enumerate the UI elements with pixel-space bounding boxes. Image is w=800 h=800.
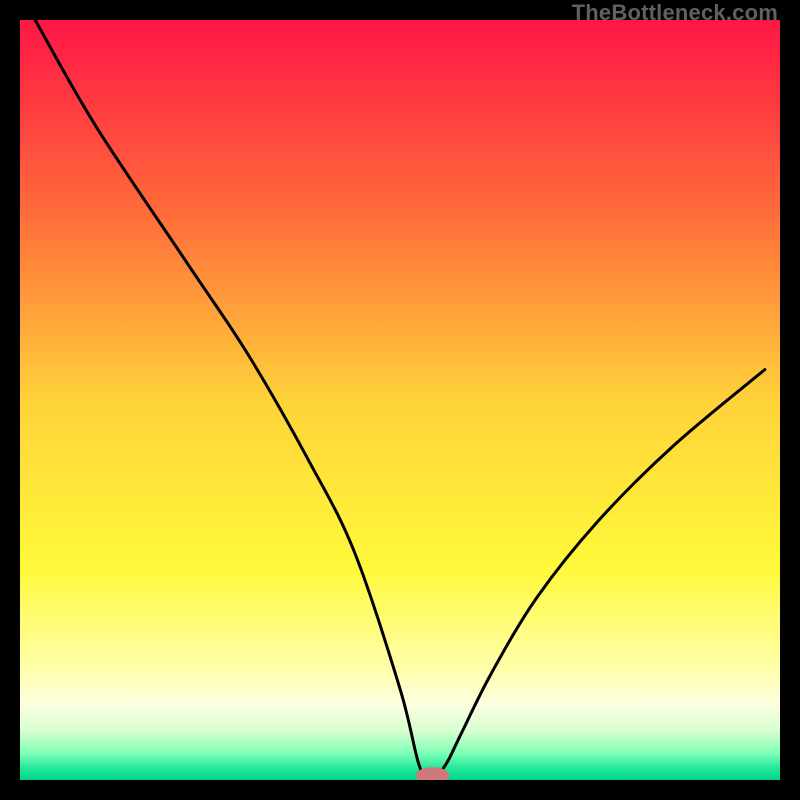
watermark-text: TheBottleneck.com — [572, 0, 778, 26]
chart-frame: TheBottleneck.com — [0, 0, 800, 800]
chart-svg — [20, 20, 780, 780]
chart-background — [20, 20, 780, 780]
plot-area — [20, 20, 780, 780]
